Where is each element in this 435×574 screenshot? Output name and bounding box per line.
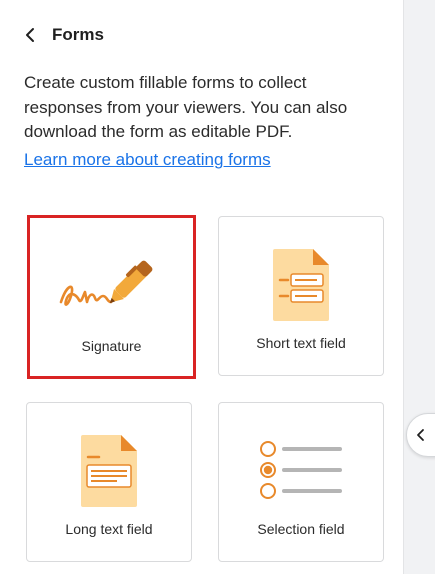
selection-field-card[interactable]: Selection field <box>218 402 384 562</box>
forms-panel: Forms Create custom fillable forms to co… <box>0 0 403 574</box>
short-text-field-card[interactable]: Short text field <box>218 216 384 376</box>
chevron-left-icon <box>417 429 424 441</box>
chevron-left-icon <box>26 28 34 42</box>
panel-header: Forms <box>18 22 104 48</box>
card-label: Short text field <box>256 335 346 351</box>
learn-more-link[interactable]: Learn more about creating forms <box>24 150 271 170</box>
signature-icon <box>30 256 193 316</box>
page-title: Forms <box>52 25 104 44</box>
selection-field-icon <box>219 439 383 501</box>
long-text-field-icon <box>27 433 191 509</box>
signature-card[interactable]: Signature <box>27 215 196 379</box>
short-text-field-icon <box>219 247 383 323</box>
back-button[interactable] <box>18 23 42 47</box>
long-text-field-card[interactable]: Long text field <box>26 402 192 562</box>
card-label: Signature <box>81 338 142 354</box>
card-label: Selection field <box>257 521 345 537</box>
forms-description: Create custom fillable forms to collect … <box>24 73 348 141</box>
card-label: Long text field <box>65 521 153 537</box>
right-sidebar-strip <box>403 0 435 574</box>
